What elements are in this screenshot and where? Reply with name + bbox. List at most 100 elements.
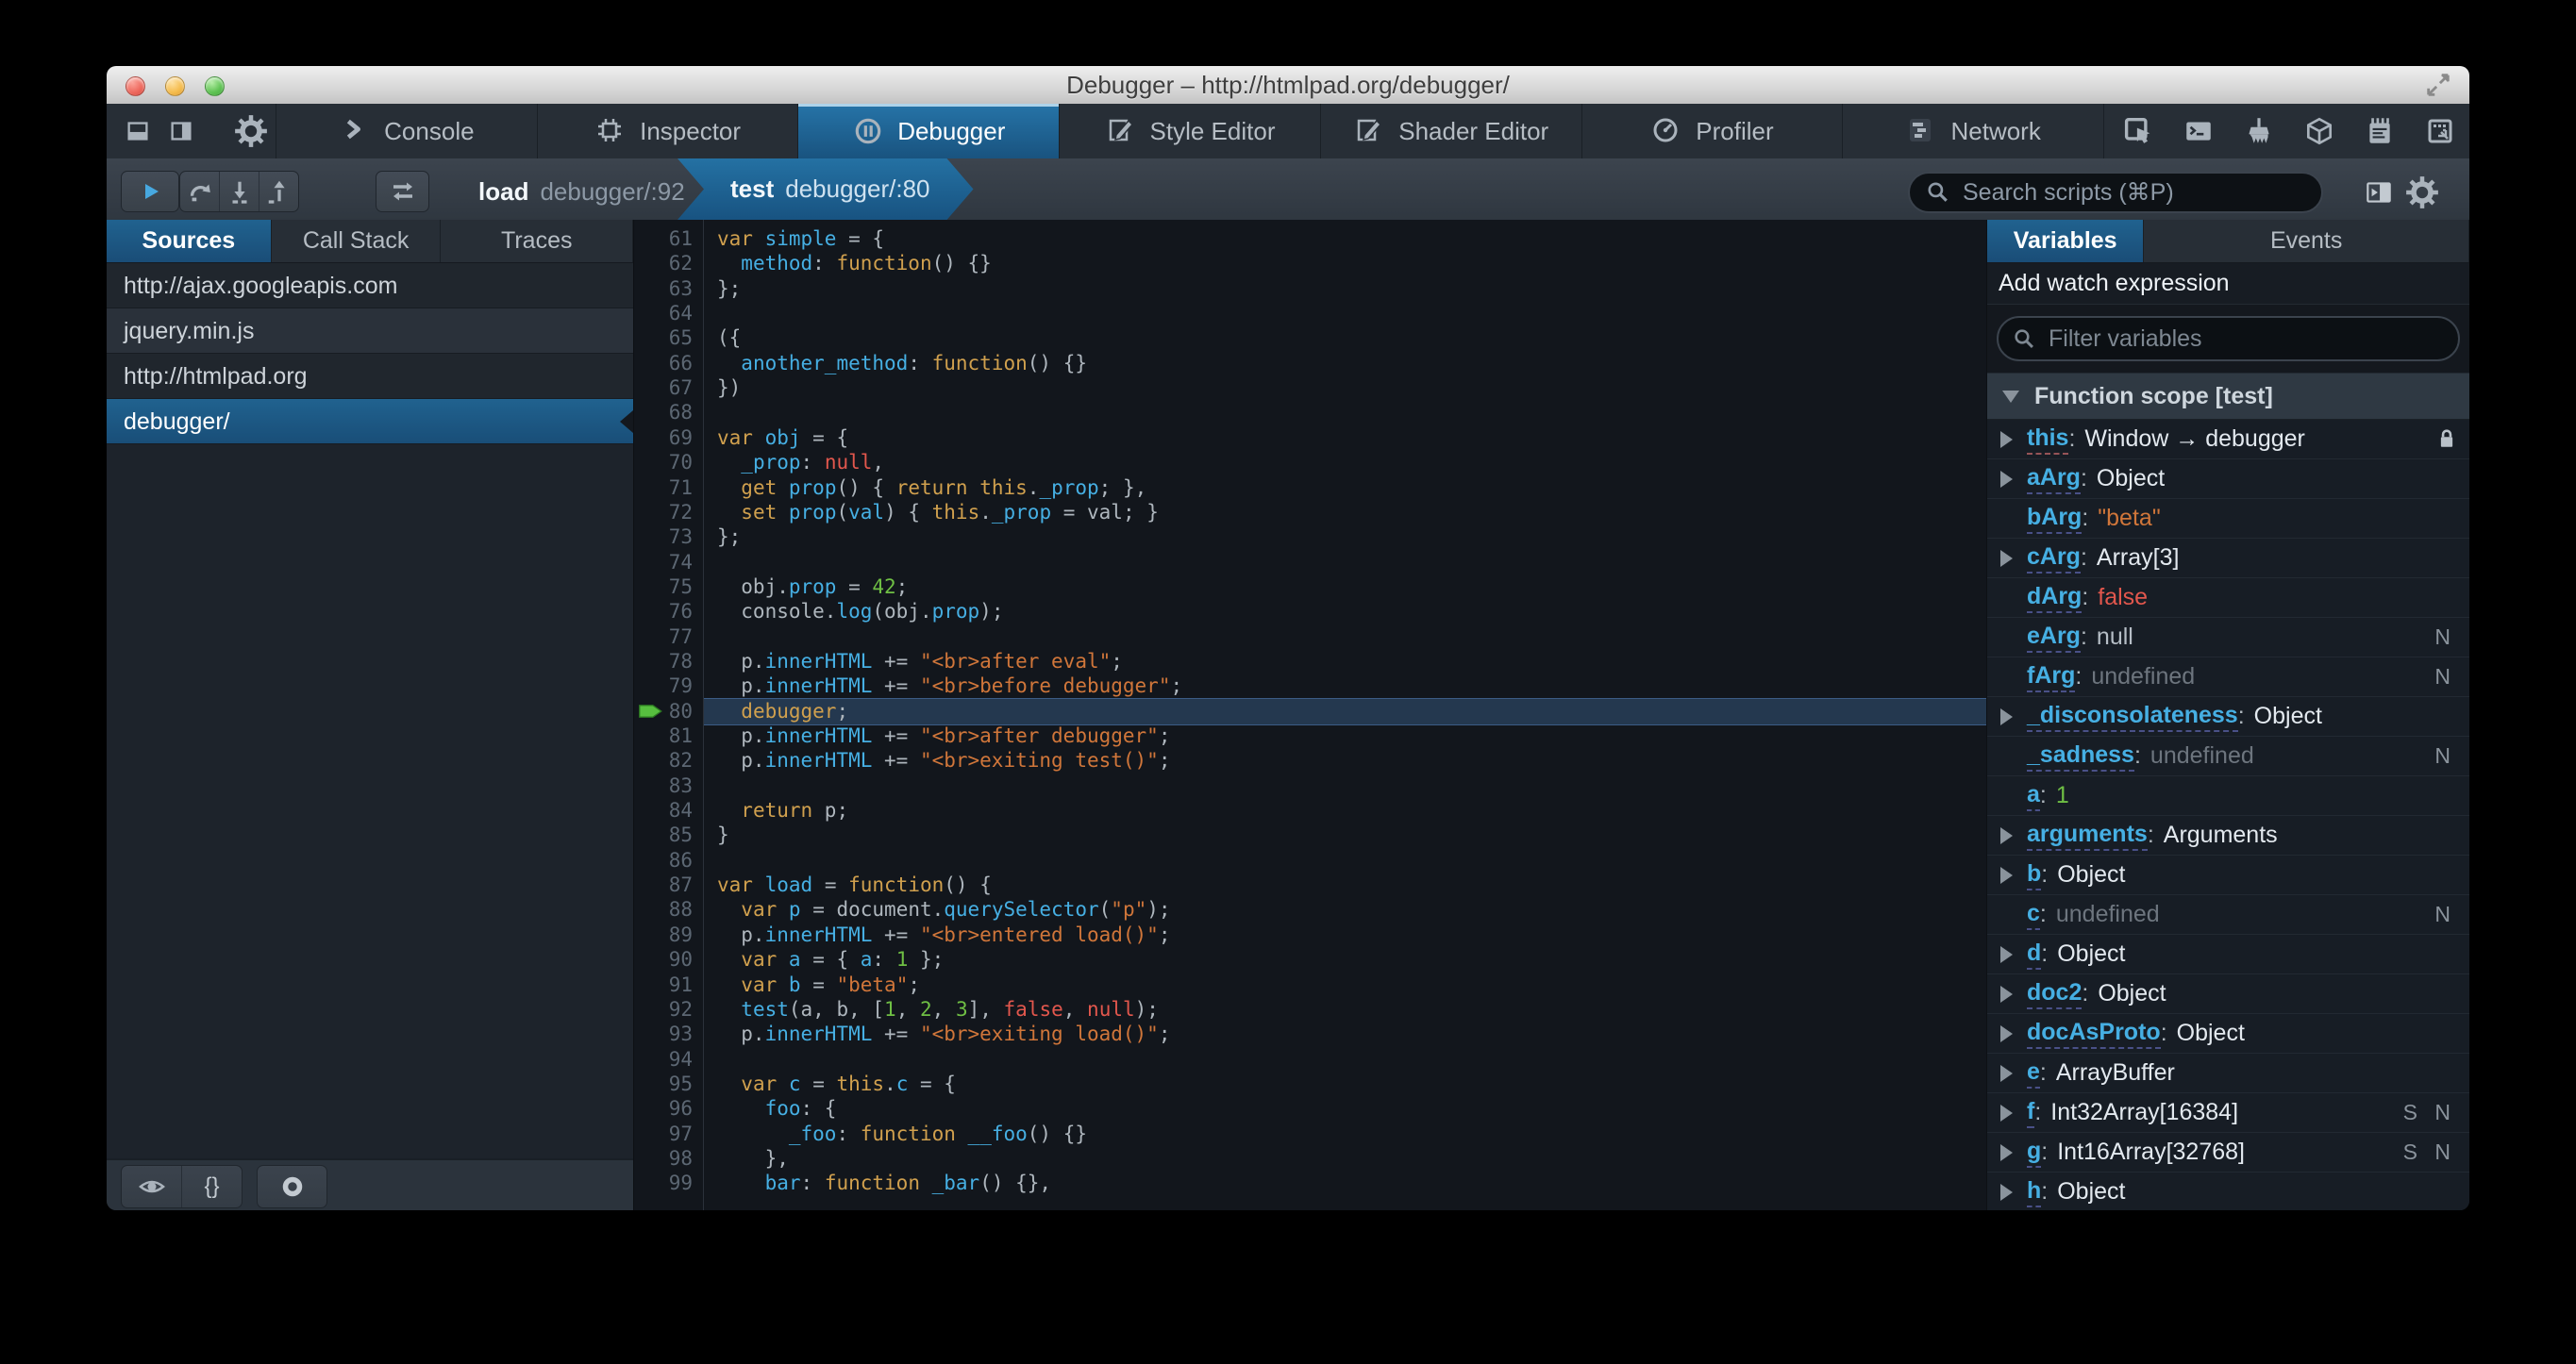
variable-row[interactable]: fArg: undefined N xyxy=(1987,657,2469,697)
split-console-button[interactable] xyxy=(2180,112,2217,150)
expand-arrow-icon[interactable] xyxy=(2000,430,2027,448)
line-number[interactable]: 66 xyxy=(634,351,693,376)
tab-network[interactable]: Network xyxy=(1843,104,2105,158)
expand-arrow-icon[interactable] xyxy=(2000,1104,2027,1122)
step-in-button[interactable] xyxy=(219,172,259,211)
expand-arrow-icon[interactable] xyxy=(2000,866,2027,884)
expand-arrow-icon[interactable] xyxy=(2000,1024,2027,1042)
responsive-mode-button[interactable] xyxy=(2421,112,2459,150)
variable-row[interactable]: f: Int32Array[16384] S N xyxy=(1987,1093,2469,1133)
line-number[interactable]: 92 xyxy=(634,997,693,1023)
expand-arrow-icon[interactable] xyxy=(2000,1143,2027,1161)
line-number[interactable]: 76 xyxy=(634,599,693,624)
scratchpad-button[interactable] xyxy=(2361,112,2399,150)
sidebar-tab-call-stack[interactable]: Call Stack xyxy=(272,220,442,262)
expand-arrow-icon[interactable] xyxy=(2000,826,2027,844)
line-number[interactable]: 95 xyxy=(634,1072,693,1097)
line-number[interactable]: 69 xyxy=(634,425,693,451)
line-number[interactable]: 85 xyxy=(634,823,693,848)
line-number[interactable]: 91 xyxy=(634,973,693,998)
line-number[interactable]: 86 xyxy=(634,848,693,873)
dock-bottom-button[interactable] xyxy=(120,113,156,149)
pause-on-exceptions-button[interactable] xyxy=(257,1165,327,1208)
line-number[interactable]: 94 xyxy=(634,1047,693,1073)
line-number[interactable]: 74 xyxy=(634,550,693,575)
line-number[interactable]: 68 xyxy=(634,400,693,425)
line-number[interactable]: 93 xyxy=(634,1022,693,1047)
variable-row[interactable]: _disconsolateness: Object xyxy=(1987,697,2469,737)
step-over-button[interactable] xyxy=(180,172,219,211)
line-number[interactable]: 73 xyxy=(634,524,693,550)
sidebar-tab-sources[interactable]: Sources xyxy=(107,220,272,262)
line-number[interactable]: 61 xyxy=(634,226,693,252)
variable-row[interactable]: h: Object xyxy=(1987,1173,2469,1210)
line-number[interactable]: 62 xyxy=(634,251,693,276)
function-scope-header[interactable]: Function scope [test] xyxy=(1987,374,2469,420)
line-number[interactable]: 79 xyxy=(634,674,693,699)
debugger-settings-button[interactable] xyxy=(2402,173,2442,212)
panel-tab-variables[interactable]: Variables xyxy=(1987,220,2145,262)
variable-row[interactable]: d: Object xyxy=(1987,935,2469,974)
expand-arrow-icon[interactable] xyxy=(2000,549,2027,567)
line-number[interactable]: 63 xyxy=(634,276,693,302)
tab-inspector[interactable]: Inspector xyxy=(538,104,799,158)
line-number[interactable]: 70 xyxy=(634,450,693,475)
line-number[interactable]: 88 xyxy=(634,897,693,923)
gear-button[interactable] xyxy=(233,113,269,149)
pretty-print-button[interactable]: {} xyxy=(181,1166,242,1207)
source-item[interactable]: jquery.min.js xyxy=(107,308,633,354)
line-number[interactable]: 71 xyxy=(634,475,693,501)
step-out-button[interactable] xyxy=(259,172,298,211)
source-group[interactable]: http://htmlpad.org xyxy=(107,354,633,399)
line-number[interactable]: 97 xyxy=(634,1122,693,1147)
tab-console[interactable]: Console xyxy=(276,104,538,158)
resize-icon[interactable] xyxy=(2424,71,2452,99)
panel-tab-events[interactable]: Events xyxy=(2144,220,2469,262)
variable-row[interactable]: a: 1 xyxy=(1987,776,2469,816)
variable-row[interactable]: b: Object xyxy=(1987,856,2469,895)
line-number[interactable]: 78 xyxy=(634,649,693,674)
sidebar-tab-traces[interactable]: Traces xyxy=(441,220,634,262)
resume-button[interactable] xyxy=(121,171,179,212)
tab-profiler[interactable]: Profiler xyxy=(1582,104,1844,158)
line-number[interactable]: 87 xyxy=(634,873,693,898)
line-number[interactable]: 80 xyxy=(634,699,693,724)
line-number[interactable]: 72 xyxy=(634,500,693,525)
expand-arrow-icon[interactable] xyxy=(2000,470,2027,488)
filter-variables-input[interactable] xyxy=(2047,324,2445,354)
line-number[interactable]: 65 xyxy=(634,325,693,351)
expand-arrow-icon[interactable] xyxy=(2000,1064,2027,1082)
line-number[interactable]: 81 xyxy=(634,724,693,749)
variable-row[interactable]: eArg: null N xyxy=(1987,618,2469,657)
stack-frame[interactable]: load debugger/:92 xyxy=(478,171,685,212)
line-number[interactable]: 75 xyxy=(634,574,693,600)
line-number[interactable]: 82 xyxy=(634,748,693,773)
add-watch-expression[interactable]: Add watch expression xyxy=(1987,263,2469,305)
box-model-button[interactable] xyxy=(2300,112,2338,150)
toggle-blackbox-source-button[interactable] xyxy=(122,1166,181,1207)
variable-row[interactable]: dArg: false xyxy=(1987,578,2469,618)
variable-row[interactable]: arguments: Arguments xyxy=(1987,816,2469,856)
line-number[interactable]: 64 xyxy=(634,301,693,326)
expand-arrow-icon[interactable] xyxy=(2000,707,2027,725)
expand-arrow-icon[interactable] xyxy=(2000,945,2027,963)
source-item[interactable]: debugger/ xyxy=(107,399,633,444)
paintbrush-button[interactable] xyxy=(2240,112,2278,150)
line-number[interactable]: 99 xyxy=(634,1171,693,1196)
line-number[interactable]: 83 xyxy=(634,773,693,799)
line-number[interactable]: 84 xyxy=(634,798,693,823)
variable-row[interactable]: aArg: Object xyxy=(1987,459,2469,499)
tab-style-editor[interactable]: Style Editor xyxy=(1060,104,1321,158)
variable-row[interactable]: e: ArrayBuffer xyxy=(1987,1054,2469,1093)
stack-frame-current[interactable]: test debugger/:80 xyxy=(677,158,974,220)
variable-row[interactable]: cArg: Array[3] xyxy=(1987,539,2469,578)
line-number[interactable]: 96 xyxy=(634,1096,693,1122)
variable-row[interactable]: this: Window → debugger xyxy=(1987,420,2469,459)
line-number[interactable]: 98 xyxy=(634,1146,693,1172)
expand-arrow-icon[interactable] xyxy=(2000,985,2027,1003)
source-group[interactable]: http://ajax.googleapis.com xyxy=(107,263,633,308)
variable-row[interactable]: g: Int16Array[32768] S N xyxy=(1987,1133,2469,1173)
variable-row[interactable]: _sadness: undefined N xyxy=(1987,737,2469,776)
toggle-blackbox-button[interactable] xyxy=(376,171,429,212)
line-number[interactable]: 77 xyxy=(634,624,693,650)
